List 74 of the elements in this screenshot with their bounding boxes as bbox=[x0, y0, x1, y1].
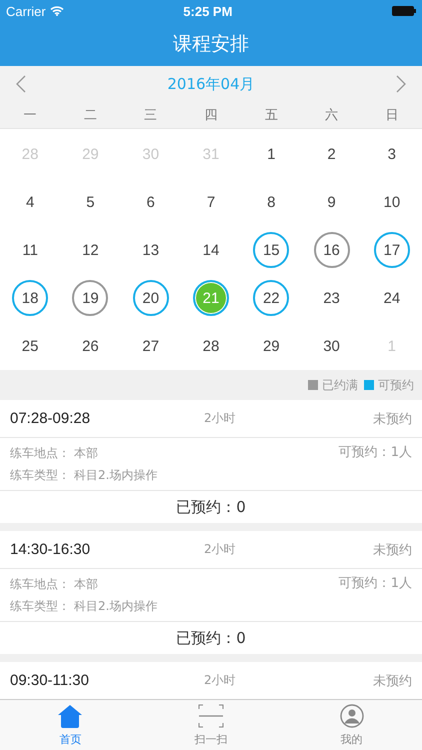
calendar-day[interactable]: 24 bbox=[374, 280, 410, 316]
calendar-day[interactable]: 11 bbox=[12, 232, 48, 268]
place-value: 本部 bbox=[74, 576, 98, 593]
calendar-day[interactable]: 13 bbox=[132, 232, 169, 268]
weekday-label: 一 bbox=[24, 107, 37, 124]
calendar-day[interactable]: 8 bbox=[253, 184, 290, 220]
session-time: 14:30-16:30 bbox=[10, 541, 92, 558]
calendar-day[interactable]: 20 bbox=[132, 280, 169, 316]
weekday-label: 四 bbox=[204, 107, 218, 124]
next-month-icon[interactable] bbox=[396, 75, 406, 93]
carrier-label: Carrier bbox=[6, 4, 46, 18]
booking-status: 未预约 bbox=[373, 672, 412, 690]
legend-label: 可预约 bbox=[378, 376, 414, 394]
legend-label: 已约满 bbox=[322, 376, 358, 394]
calendar-day[interactable]: 4 bbox=[12, 184, 48, 220]
calendar-day[interactable]: 28 bbox=[192, 328, 229, 364]
home-icon bbox=[57, 704, 84, 728]
calendar-day[interactable]: 25 bbox=[12, 328, 48, 364]
type-label: 练车类型： bbox=[10, 598, 70, 615]
booking-status: 未预约 bbox=[373, 542, 412, 558]
calendar-day[interactable]: 30 bbox=[314, 328, 350, 364]
month-title: 2016年04月 bbox=[167, 74, 255, 94]
calendar-day[interactable]: 27 bbox=[132, 328, 169, 364]
calendar-day[interactable]: 12 bbox=[72, 232, 108, 268]
page-title: 课程安排 bbox=[173, 32, 249, 57]
calendar-day[interactable]: 6 bbox=[132, 184, 169, 220]
weekday-label: 日 bbox=[385, 107, 398, 124]
session-duration: 2小时 bbox=[203, 541, 237, 558]
calendar-day[interactable]: 10 bbox=[374, 184, 410, 220]
capacity-text: 可预约：1人 bbox=[338, 575, 412, 593]
calendar-day[interactable]: 3 bbox=[374, 136, 410, 172]
calendar-day[interactable]: 7 bbox=[192, 184, 229, 220]
session-card[interactable]: 09:30-11:30 2小时 未预约 bbox=[0, 662, 422, 699]
calendar-day[interactable]: 5 bbox=[72, 184, 108, 220]
clock-time: 5:25 PM bbox=[182, 4, 234, 18]
scan-icon bbox=[198, 704, 224, 728]
session-card[interactable]: 14:30-16:30 2小时 未预约 练车地点： 本部 可预约：1人 练车类型： 科目2.场内操作 已预约：0 bbox=[0, 531, 422, 654]
calendar-day[interactable]: 15 bbox=[253, 232, 290, 268]
weekday-label: 五 bbox=[264, 107, 278, 124]
calendar-day[interactable]: 1 bbox=[253, 136, 290, 172]
type-label: 练车类型： bbox=[10, 467, 70, 484]
calendar-day[interactable]: 22 bbox=[253, 280, 290, 316]
place-label: 练车地点： bbox=[10, 576, 70, 593]
type-value: 科目2.场内操作 bbox=[74, 598, 158, 615]
calendar-day[interactable]: 2 bbox=[314, 136, 350, 172]
calendar-day[interactable]: 14 bbox=[192, 232, 229, 268]
session-card[interactable]: 07:28-09:28 2小时 未预约 练车地点： 本部 可预约：1人 练车类型： 科目2.场内操作 已预约：0 bbox=[0, 400, 422, 523]
calendar-day[interactable]: 29 bbox=[253, 328, 290, 364]
weekday-label: 三 bbox=[144, 107, 158, 124]
booked-count: 已预约：0 bbox=[176, 628, 246, 648]
calendar-day[interactable]: 16 bbox=[314, 232, 350, 268]
session-duration: 2小时 bbox=[203, 672, 237, 689]
previous-month-icon[interactable] bbox=[16, 75, 26, 93]
calendar-day[interactable]: 23 bbox=[314, 280, 350, 316]
capacity-text: 可预约：1人 bbox=[338, 444, 412, 462]
session-time: 07:28-09:28 bbox=[10, 410, 92, 427]
type-value: 科目2.场内操作 bbox=[74, 467, 158, 484]
calendar-day[interactable]: 17 bbox=[374, 232, 410, 268]
booked-count: 已预约：0 bbox=[176, 498, 246, 516]
booking-status: 未预约 bbox=[373, 410, 412, 428]
weekday-label: 六 bbox=[325, 107, 338, 124]
place-value: 本部 bbox=[74, 445, 98, 462]
place-label: 练车地点： bbox=[10, 445, 70, 462]
user-icon bbox=[340, 704, 364, 728]
session-time: 09:30-11:30 bbox=[10, 672, 90, 689]
calendar-day[interactable]: 18 bbox=[12, 280, 48, 316]
weekday-label: 二 bbox=[84, 107, 97, 124]
battery-icon bbox=[392, 6, 416, 16]
calendar-day[interactable]: 19 bbox=[72, 280, 108, 316]
wifi-icon bbox=[50, 6, 64, 16]
session-duration: 2小时 bbox=[203, 410, 237, 427]
tab-item[interactable]: 首页 bbox=[0, 700, 141, 750]
calendar-day[interactable]: 9 bbox=[314, 184, 350, 220]
calendar-day[interactable]: 26 bbox=[72, 328, 108, 364]
